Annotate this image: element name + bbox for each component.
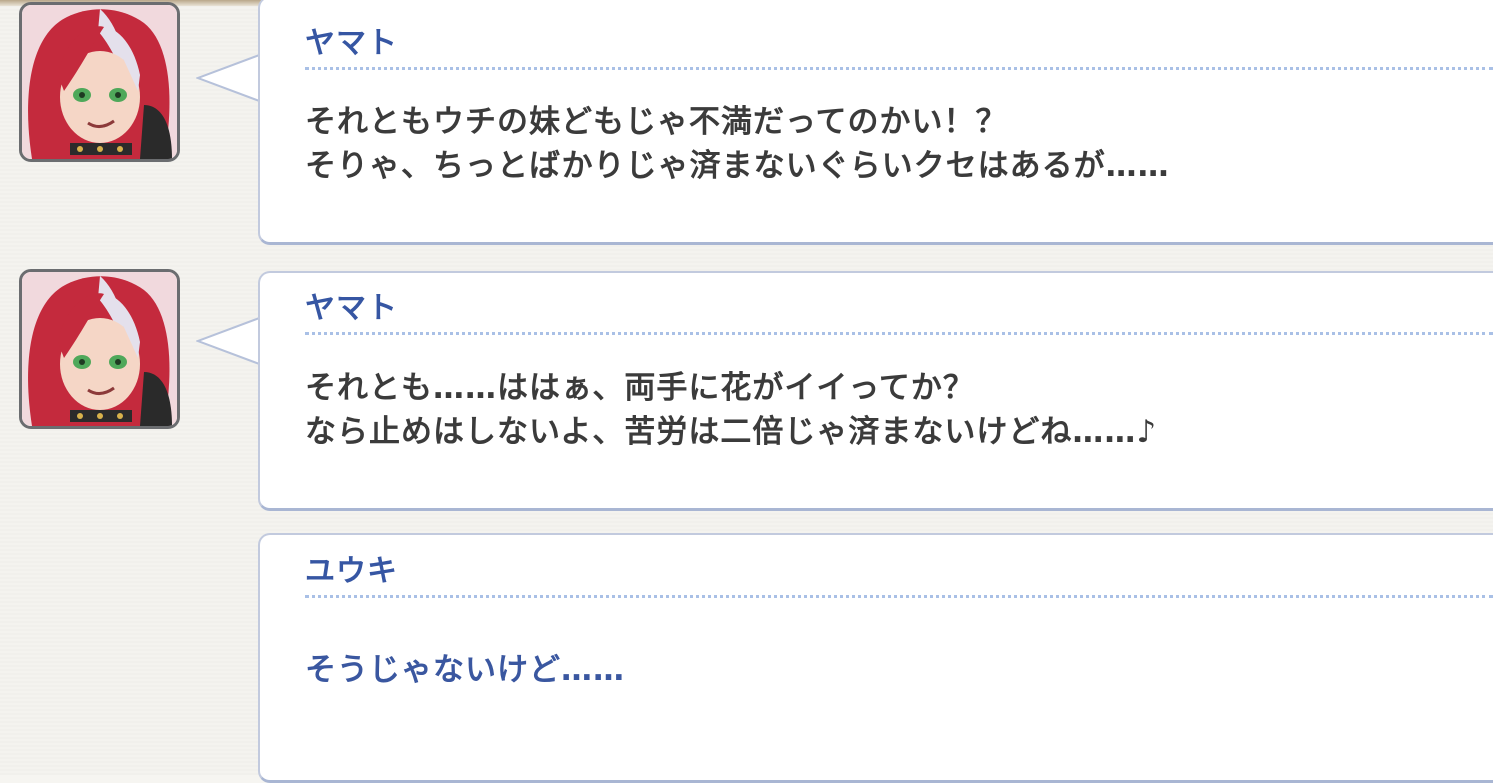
message-line: それとも……ははぁ、両手に花がイイってか？ bbox=[305, 370, 975, 406]
speaker-divider bbox=[305, 595, 1493, 598]
speaker-name: ユウキ bbox=[305, 554, 398, 589]
yamato-portrait-icon bbox=[19, 269, 180, 429]
speaker-divider bbox=[305, 332, 1493, 335]
speaker-divider bbox=[305, 67, 1493, 70]
speaker-name: ヤマト bbox=[305, 26, 398, 61]
speech-tail-icon bbox=[196, 316, 262, 366]
message-line: なら止めはしないよ、苦労は二倍じゃ済まないけどね……♪ bbox=[305, 414, 1158, 450]
message-line: そりゃ、ちっとばかりじゃ済まないぐらいクセはあるが…… bbox=[305, 148, 1170, 184]
speaker-name: ヤマト bbox=[305, 291, 398, 326]
message-line: それともウチの妹どもじゃ不満だってのかい！？ bbox=[305, 104, 1008, 140]
speech-tail-icon bbox=[196, 53, 262, 103]
yamato-portrait-icon bbox=[19, 2, 180, 162]
message-line: そうじゃないけど…… bbox=[305, 652, 625, 688]
dialogue-log[interactable]: ヤマト それともウチの妹どもじゃ不満だってのかい！？ そりゃ、ちっとばかりじゃ済… bbox=[0, 0, 1493, 783]
